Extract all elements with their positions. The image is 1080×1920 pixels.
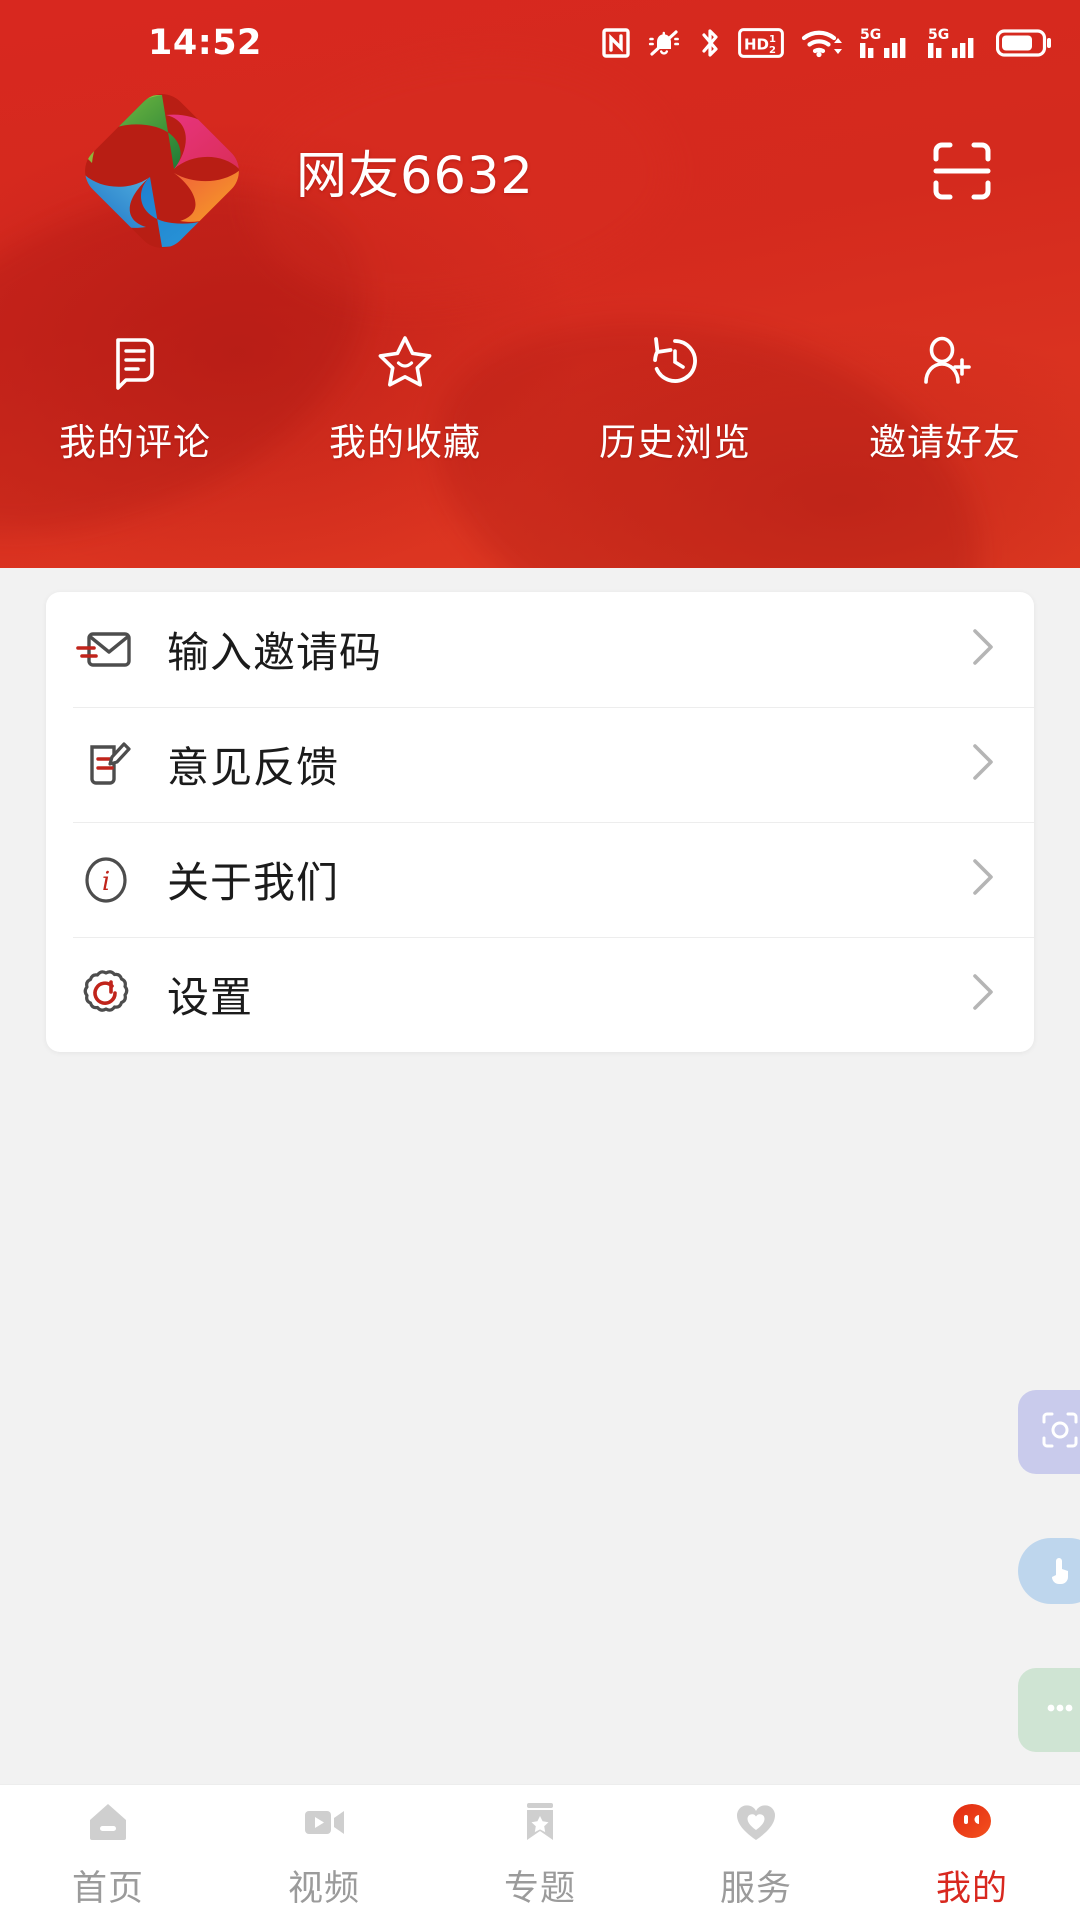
signal-5g-sim1-icon: 5G <box>860 26 912 60</box>
history-icon <box>644 330 706 392</box>
svg-text:5G: 5G <box>860 27 881 43</box>
menu-item-label: 意见反馈 <box>167 743 340 792</box>
identity-row: 网友6632 <box>0 91 1080 251</box>
username: 网友6632 <box>296 147 534 206</box>
floating-scan-button[interactable] <box>1018 1390 1080 1474</box>
home-icon <box>82 1795 134 1849</box>
heart-icon <box>730 1795 782 1849</box>
feedback-icon <box>73 737 139 793</box>
quick-action-label: 邀请好友 <box>869 421 1021 464</box>
quick-action-my-comments[interactable]: 我的评论 <box>0 330 270 490</box>
quick-action-invite-friends[interactable]: 邀请好友 <box>810 330 1080 490</box>
battery-icon <box>996 28 1052 58</box>
quick-action-label: 我的评论 <box>59 421 211 464</box>
menu-item-label: 设置 <box>167 973 254 1022</box>
tab-mine[interactable]: 我的 <box>864 1785 1080 1920</box>
hand-icon <box>1042 1551 1078 1592</box>
svg-text:i: i <box>102 867 110 897</box>
tab-topics[interactable]: 专题 <box>432 1785 648 1920</box>
bluetooth-icon <box>698 26 722 60</box>
quick-action-history[interactable]: 历史浏览 <box>540 330 810 490</box>
tab-label: 专题 <box>503 1868 576 1909</box>
chevron-right-icon <box>966 623 1000 676</box>
chat-dots-icon <box>1038 1686 1080 1735</box>
scan-button[interactable] <box>916 125 1008 217</box>
chevron-right-icon <box>966 853 1000 906</box>
quick-action-my-favorites[interactable]: 我的收藏 <box>270 330 540 490</box>
svg-text:2: 2 <box>769 45 776 56</box>
bell-muted-icon <box>646 27 682 59</box>
star-icon <box>374 330 436 392</box>
menu-item-invite-code[interactable]: 输入邀请码 <box>46 592 1034 707</box>
svg-text:1: 1 <box>769 34 776 45</box>
chevron-right-icon <box>966 968 1000 1021</box>
svg-text:5G: 5G <box>928 27 949 43</box>
menu-item-label: 输入邀请码 <box>167 628 383 677</box>
tab-label: 服务 <box>719 1868 792 1909</box>
quick-action-label: 我的收藏 <box>329 421 481 464</box>
chevron-right-icon <box>966 738 1000 791</box>
volte-hd-icon: HD 1 2 <box>738 28 784 58</box>
tab-video[interactable]: 视频 <box>216 1785 432 1920</box>
wifi-icon <box>800 27 844 59</box>
app-logo <box>62 91 262 251</box>
menu-item-settings[interactable]: 设置 <box>46 937 1034 1052</box>
bottom-tab-bar: 首页 视频 专题 服务 我的 <box>0 1784 1080 1920</box>
add-friend-icon <box>914 330 976 392</box>
video-icon <box>298 1795 350 1849</box>
menu-item-feedback[interactable]: 意见反馈 <box>46 707 1034 822</box>
nfc-icon <box>602 27 630 59</box>
signal-5g-sim2-icon: 5G <box>928 26 980 60</box>
focus-scan-icon <box>1038 1408 1080 1457</box>
gear-icon <box>73 966 139 1024</box>
status-bar-clock: 14:52 <box>148 23 262 63</box>
envelope-icon <box>73 623 139 677</box>
comment-icon <box>104 330 166 392</box>
floating-chat-button[interactable] <box>1018 1668 1080 1752</box>
tab-label: 首页 <box>71 1868 144 1909</box>
status-bar-icons: HD 1 2 5G 5G <box>602 26 1052 60</box>
tab-home[interactable]: 首页 <box>0 1785 216 1920</box>
floating-voice-button[interactable] <box>1018 1538 1080 1604</box>
quick-action-label: 历史浏览 <box>599 421 751 464</box>
tab-label: 视频 <box>287 1868 360 1909</box>
tab-services[interactable]: 服务 <box>648 1785 864 1920</box>
tab-label: 我的 <box>935 1868 1008 1909</box>
svg-text:HD: HD <box>744 36 769 54</box>
quick-actions-row: 我的评论 我的收藏 历史浏览 邀请好友 <box>0 330 1080 490</box>
status-bar: 14:52 HD 1 2 5G 5G <box>0 0 1080 86</box>
info-icon: i <box>73 851 139 909</box>
profile-face-icon <box>946 1795 998 1849</box>
bookmark-star-icon <box>514 1795 566 1849</box>
floating-buttons <box>1018 1390 1080 1816</box>
menu-item-label: 关于我们 <box>167 858 340 907</box>
settings-menu-card: 输入邀请码 意见反馈 i 关于我们 设置 <box>46 592 1034 1052</box>
menu-item-about-us[interactable]: i 关于我们 <box>46 822 1034 937</box>
